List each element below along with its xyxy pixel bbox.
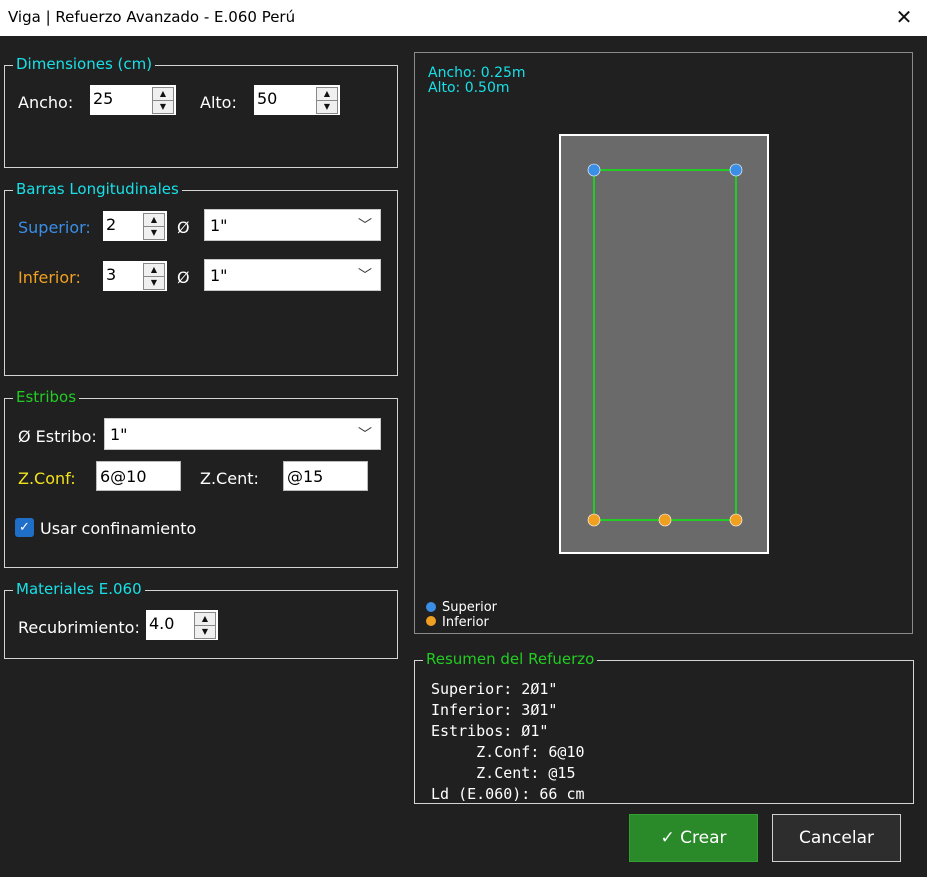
legend-superior-dot [426, 602, 436, 612]
confinamiento-checkbox[interactable]: ✓ [15, 518, 34, 537]
alto-increment-icon[interactable]: ▲ [316, 87, 338, 101]
superior-increment-icon[interactable]: ▲ [143, 213, 165, 227]
beam-section-drawing [426, 134, 769, 626]
alto-spin-arrows: ▲ ▼ [316, 87, 338, 114]
superior-decrement-icon[interactable]: ▼ [143, 226, 165, 240]
inferior-count-value: 3 [106, 265, 117, 284]
resumen-line: Z.Conf: 6@10 [431, 743, 585, 761]
inferior-bar [587, 513, 601, 527]
superior-spin-arrows: ▲ ▼ [143, 213, 165, 240]
zconf-value: 6@10 [100, 467, 147, 486]
section-preview: Ancho: 0.25m Alto: 0.50m Superior Inferi… [414, 52, 913, 634]
inferior-bar [658, 513, 672, 527]
inferior-diam-value: 1" [210, 266, 228, 285]
estribo-diam-value: 1" [110, 425, 128, 444]
alto-label: Alto: [200, 93, 237, 112]
crear-button[interactable]: ✓ Crear [629, 814, 758, 862]
recubrimiento-spinbox[interactable]: 4.0 ▲ ▼ [146, 610, 218, 640]
recubrimiento-label: Recubrimiento: [18, 618, 140, 637]
superior-diam-value: 1" [210, 216, 228, 235]
zconf-label: Z.Conf: [18, 469, 76, 488]
ancho-label: Ancho: [18, 93, 74, 112]
zconf-input[interactable]: 6@10 [96, 461, 181, 491]
superior-label: Superior: [18, 218, 91, 237]
resumen-line: Z.Cent: @15 [431, 764, 576, 782]
alto-decrement-icon[interactable]: ▼ [316, 100, 338, 114]
inferior-increment-icon[interactable]: ▲ [143, 263, 165, 277]
inferior-count-spinbox[interactable]: 3 ▲ ▼ [103, 261, 167, 291]
superior-count-value: 2 [106, 215, 117, 234]
inferior-bar [729, 513, 743, 527]
legend-inferior-dot [426, 616, 436, 626]
ancho-decrement-icon[interactable]: ▼ [152, 100, 174, 114]
recubrimiento-spin-arrows: ▲ ▼ [194, 612, 216, 639]
resumen-line: Superior: 2Ø1" [431, 680, 558, 698]
dimensiones-group: Dimensiones (cm) [4, 55, 398, 168]
legend-superior-text: Superior [442, 600, 497, 615]
zcent-value: @15 [287, 467, 324, 486]
legend-inferior-text: Inferior [442, 615, 489, 630]
recubrimiento-value: 4.0 [149, 614, 175, 633]
dimensiones-legend: Dimensiones (cm) [13, 55, 156, 74]
chevron-down-icon: ﹀ [358, 268, 372, 284]
inferior-label: Inferior: [18, 268, 81, 287]
zcent-input[interactable]: @15 [283, 461, 368, 491]
resumen-group: Resumen del Refuerzo Superior: 2Ø1" Infe… [414, 650, 914, 804]
cancelar-button[interactable]: Cancelar [772, 814, 901, 862]
estribos-legend: Estribos [13, 388, 80, 407]
recubrimiento-increment-icon[interactable]: ▲ [194, 612, 216, 626]
crear-label: Crear [680, 828, 727, 848]
ancho-value: 25 [93, 89, 114, 108]
inferior-decrement-icon[interactable]: ▼ [143, 276, 165, 290]
superior-bar [729, 163, 743, 177]
superior-diam-symbol: Ø [177, 218, 190, 237]
resumen-line: Inferior: 3Ø1" [431, 701, 558, 719]
ancho-spinbox[interactable]: 25 ▲ ▼ [90, 85, 176, 115]
ancho-spin-arrows: ▲ ▼ [152, 87, 174, 114]
resumen-line: Ld (E.060): 66 cm [431, 785, 585, 801]
resumen-text-area: Superior: 2Ø1" Inferior: 3Ø1" Estribos: … [415, 669, 913, 801]
chevron-down-icon: ﹀ [358, 218, 372, 234]
check-icon: ✓ [660, 828, 675, 848]
materiales-legend: Materiales E.060 [13, 580, 145, 599]
window-title: Viga | Refuerzo Avanzado - E.060 Perú [8, 8, 296, 26]
title-bar: Viga | Refuerzo Avanzado - E.060 Perú ✕ [0, 0, 927, 36]
superior-count-spinbox[interactable]: 2 ▲ ▼ [103, 211, 167, 241]
estribo-diam-label: Ø Estribo: [18, 427, 97, 446]
resumen-line: Estribos: Ø1" [431, 722, 549, 740]
inferior-spin-arrows: ▲ ▼ [143, 263, 165, 290]
inferior-diam-select[interactable]: 1" ﹀ [204, 259, 381, 291]
recubrimiento-decrement-icon[interactable]: ▼ [194, 625, 216, 639]
estribo-diam-select[interactable]: 1" ﹀ [104, 418, 381, 450]
alto-spinbox[interactable]: 50 ▲ ▼ [254, 85, 340, 115]
confinamiento-label[interactable]: Usar confinamiento [40, 519, 196, 538]
zcent-label: Z.Cent: [200, 469, 259, 488]
inferior-diam-symbol: Ø [177, 268, 190, 287]
resumen-legend: Resumen del Refuerzo [423, 650, 598, 669]
ancho-increment-icon[interactable]: ▲ [152, 87, 174, 101]
superior-bar [587, 163, 601, 177]
barras-legend: Barras Longitudinales [13, 180, 182, 199]
superior-diam-select[interactable]: 1" ﹀ [204, 209, 381, 241]
close-icon[interactable]: ✕ [893, 6, 915, 28]
chevron-down-icon: ﹀ [358, 427, 372, 443]
alto-value: 50 [257, 89, 278, 108]
